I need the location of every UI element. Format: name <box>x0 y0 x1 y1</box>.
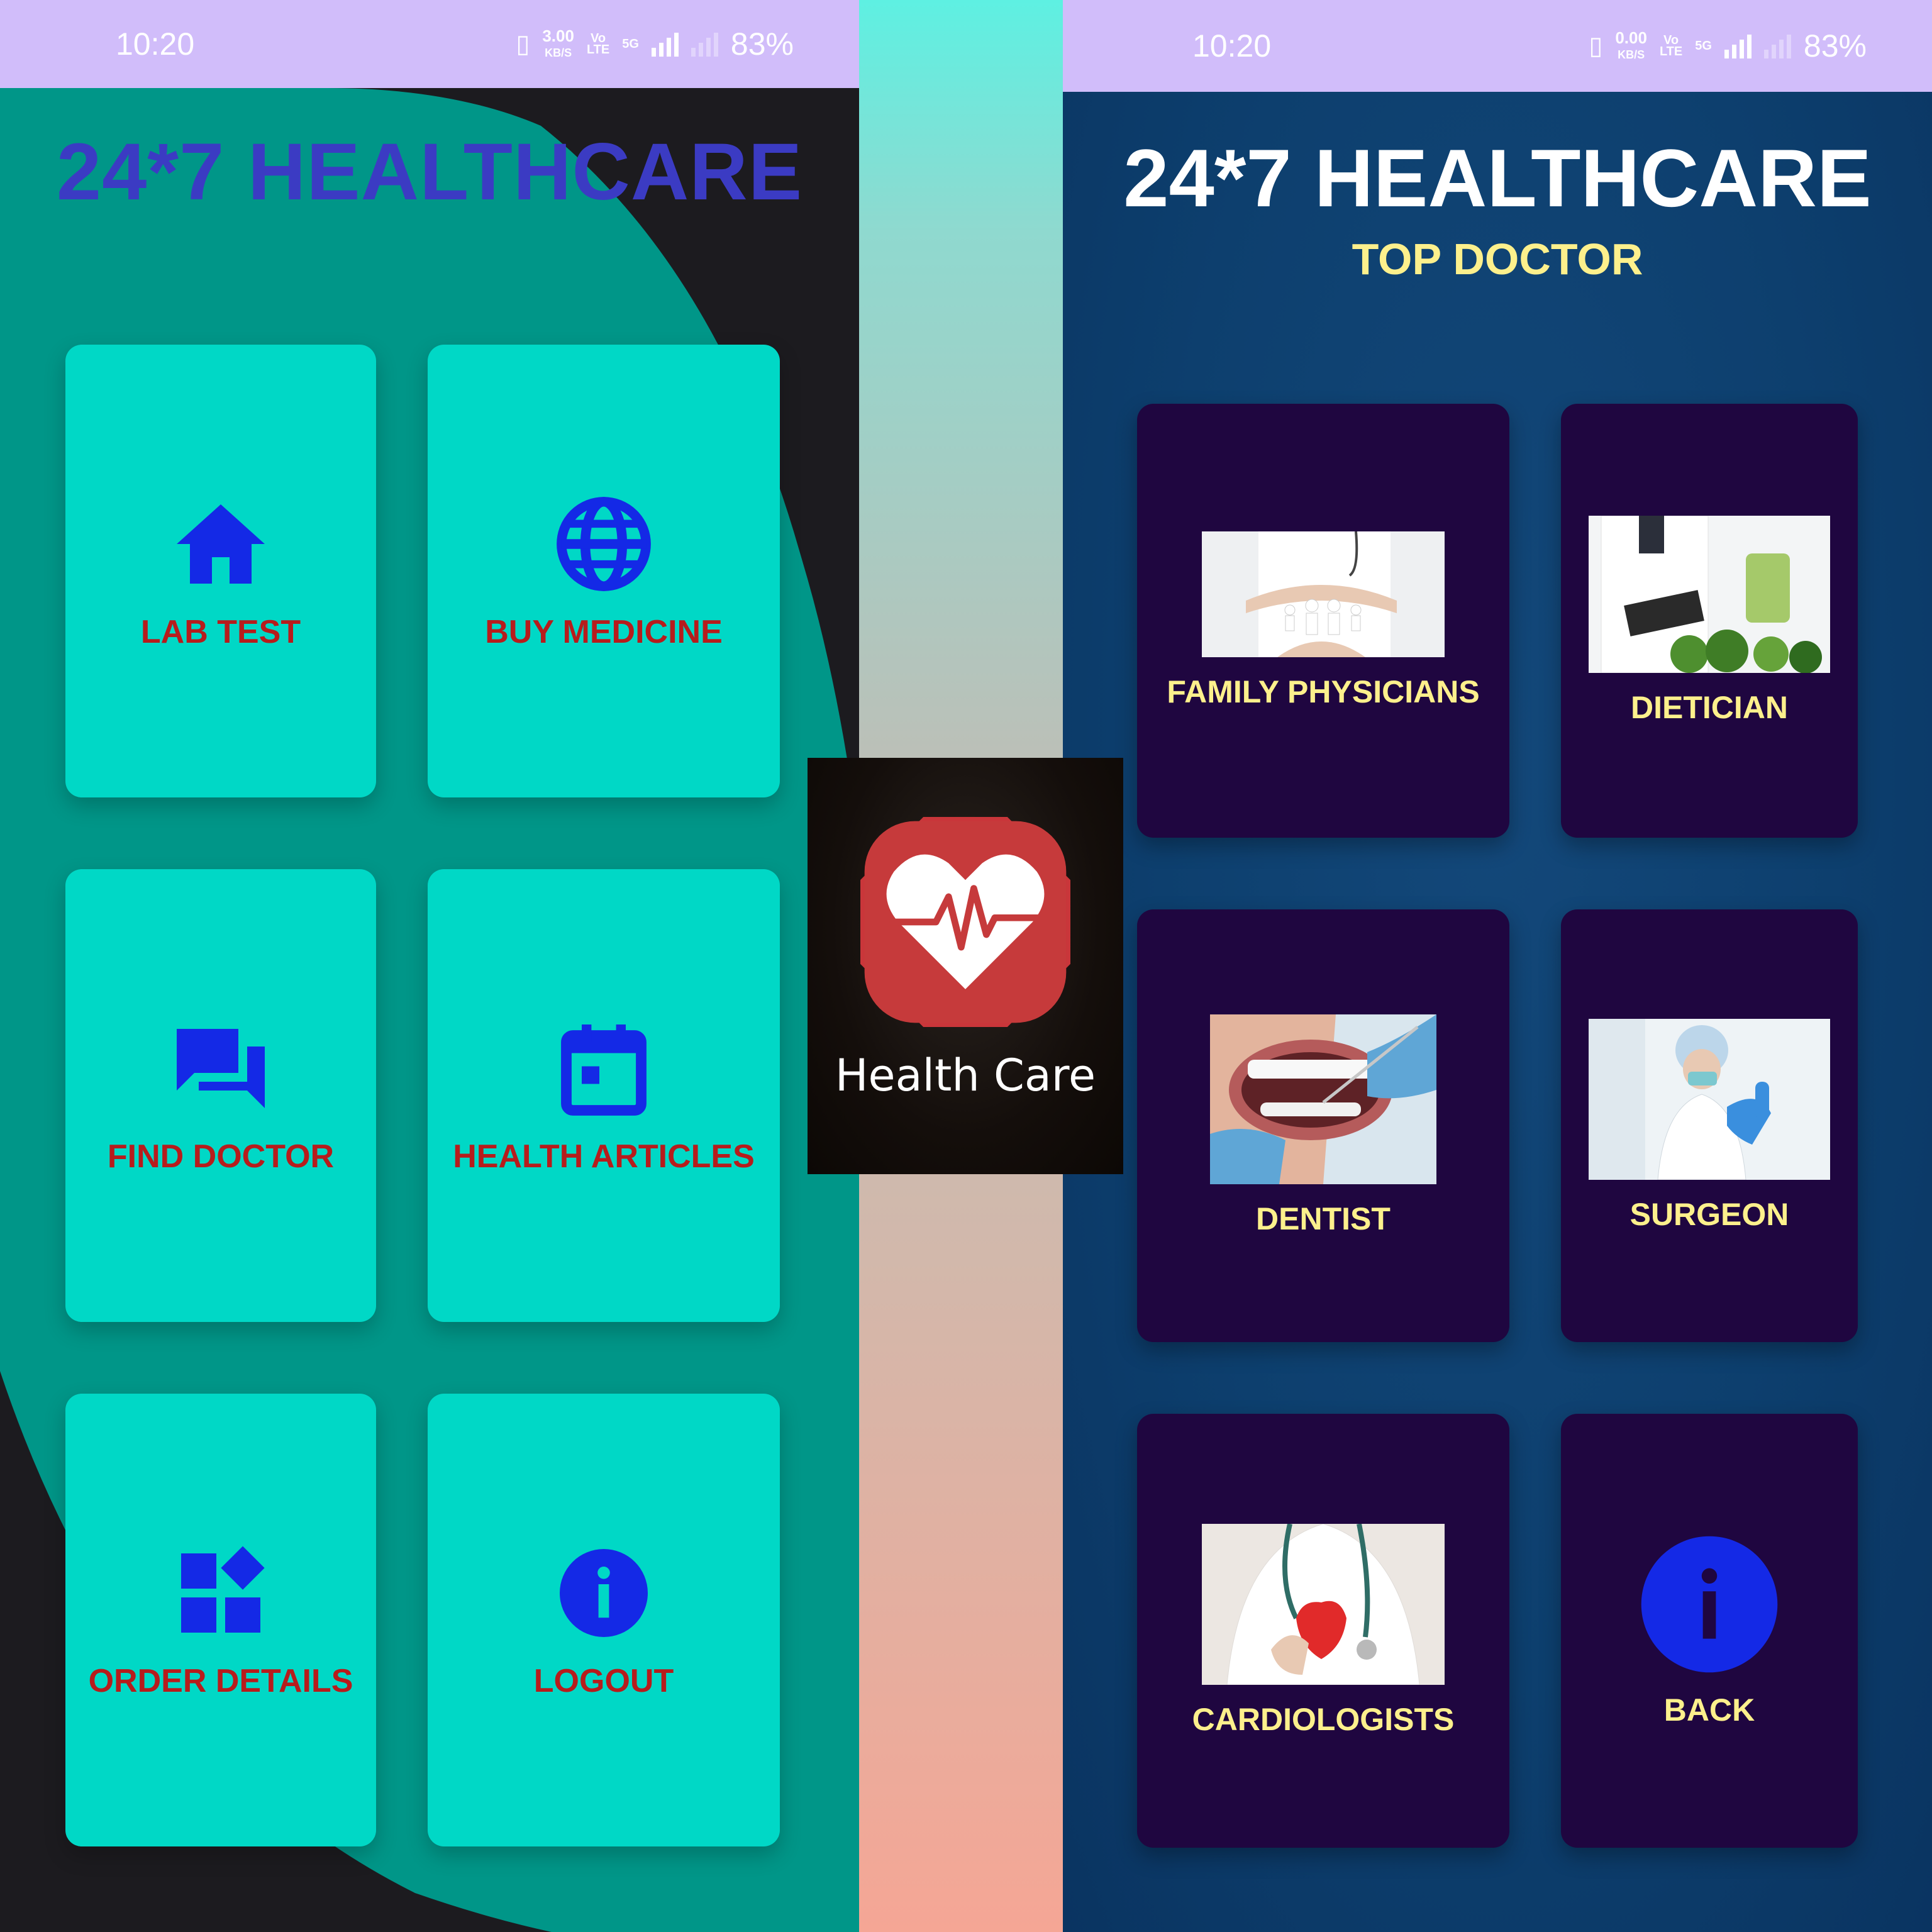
card-label: HEALTH ARTICLES <box>453 1138 755 1175</box>
status-bar: 10:20 ▯ 3.00 KB/S Vo LTE 5G 83% <box>0 0 859 88</box>
network-type: 5G <box>1695 39 1712 53</box>
network-type: 5G <box>622 37 639 51</box>
calendar-icon <box>561 1024 647 1116</box>
speed-unit: KB/S <box>545 46 572 59</box>
signal-icon <box>1724 33 1752 58</box>
status-time: 10:20 <box>116 26 195 62</box>
battery-level: 83% <box>1803 28 1867 64</box>
top-doctor-screen: 10:20 ▯ 0.00 KB/S Vo LTE 5G 83% 24*7 HEA… <box>1063 0 1932 1932</box>
signal-icon <box>651 31 679 57</box>
volte-indicator: Vo LTE <box>586 32 610 57</box>
logout-card[interactable]: LOGOUT <box>428 1394 780 1846</box>
card-label: DENTIST <box>1256 1201 1391 1236</box>
card-label: BACK <box>1663 1692 1755 1728</box>
home-screen: 10:20 ▯ 3.00 KB/S Vo LTE 5G 83% 24*7 HEA… <box>0 0 859 1932</box>
app-title: 24*7 HEALTHCARE <box>56 127 803 217</box>
health-articles-card[interactable]: HEALTH ARTICLES <box>428 869 780 1322</box>
family-care-photo <box>1202 531 1445 657</box>
surgeon-photo <box>1589 1019 1830 1180</box>
card-label: ORDER DETAILS <box>88 1663 353 1699</box>
speed-unit: KB/S <box>1618 48 1645 61</box>
status-icons: ▯ 0.00 KB/S Vo LTE 5G 83% <box>1589 28 1867 64</box>
volte-indicator: Vo LTE <box>1659 34 1683 58</box>
home-icon <box>177 504 265 584</box>
signal-2-icon <box>1763 33 1791 58</box>
card-label: FAMILY PHYSICIANS <box>1167 674 1480 709</box>
network-speed: 0.00 KB/S <box>1615 30 1647 62</box>
cardiologists-card[interactable]: CARDIOLOGISTS <box>1137 1414 1509 1848</box>
network-speed: 3.00 KB/S <box>542 28 574 60</box>
vibrate-icon: ▯ <box>1589 32 1603 60</box>
status-time: 10:20 <box>1192 28 1272 64</box>
speed-value: 3.00 <box>542 26 574 45</box>
card-label: SURGEON <box>1629 1197 1789 1232</box>
dentist-card[interactable]: DENTIST <box>1137 909 1509 1342</box>
cardiologist-photo <box>1202 1524 1445 1685</box>
back-card[interactable]: BACK <box>1561 1414 1858 1848</box>
card-label: DIETICIAN <box>1631 690 1788 725</box>
globe-icon <box>557 497 651 591</box>
order-details-card[interactable]: ORDER DETAILS <box>65 1394 376 1846</box>
info-icon <box>1641 1536 1778 1673</box>
vibrate-icon: ▯ <box>516 30 530 58</box>
status-bar: 10:20 ▯ 0.00 KB/S Vo LTE 5G 83% <box>1063 0 1932 92</box>
heart-pulse-icon <box>860 817 1070 1027</box>
card-label: BUY MEDICINE <box>485 614 723 650</box>
app-name: Health Care <box>835 1050 1096 1101</box>
family-physicians-card[interactable]: FAMILY PHYSICIANS <box>1137 404 1509 838</box>
info-icon <box>560 1549 648 1637</box>
card-label: FIND DOCTOR <box>107 1138 335 1175</box>
find-doctor-card[interactable]: FIND DOCTOR <box>65 869 376 1322</box>
surgeon-card[interactable]: SURGEON <box>1561 909 1858 1342</box>
chat-icon <box>177 1029 265 1108</box>
dietician-card[interactable]: DIETICIAN <box>1561 404 1858 838</box>
lab-test-card[interactable]: LAB TEST <box>65 345 376 797</box>
widgets-icon <box>181 1546 265 1633</box>
volte-bottom: LTE <box>586 43 610 57</box>
card-label: LOGOUT <box>533 1663 674 1699</box>
battery-level: 83% <box>730 26 794 62</box>
dentist-photo <box>1210 1014 1436 1184</box>
app-title: 24*7 HEALTHCARE <box>1123 132 1872 224</box>
app-icon-tile[interactable]: Health Care <box>808 758 1123 1174</box>
volte-bottom: LTE <box>1659 45 1683 58</box>
page-subtitle: TOP DOCTOR <box>1352 235 1643 284</box>
signal-2-icon <box>691 31 718 57</box>
speed-value: 0.00 <box>1615 28 1647 47</box>
card-label: CARDIOLOGISTS <box>1192 1702 1455 1737</box>
status-icons: ▯ 3.00 KB/S Vo LTE 5G 83% <box>516 26 794 62</box>
buy-medicine-card[interactable]: BUY MEDICINE <box>428 345 780 797</box>
dietician-photo <box>1589 516 1830 673</box>
card-label: LAB TEST <box>140 614 301 650</box>
